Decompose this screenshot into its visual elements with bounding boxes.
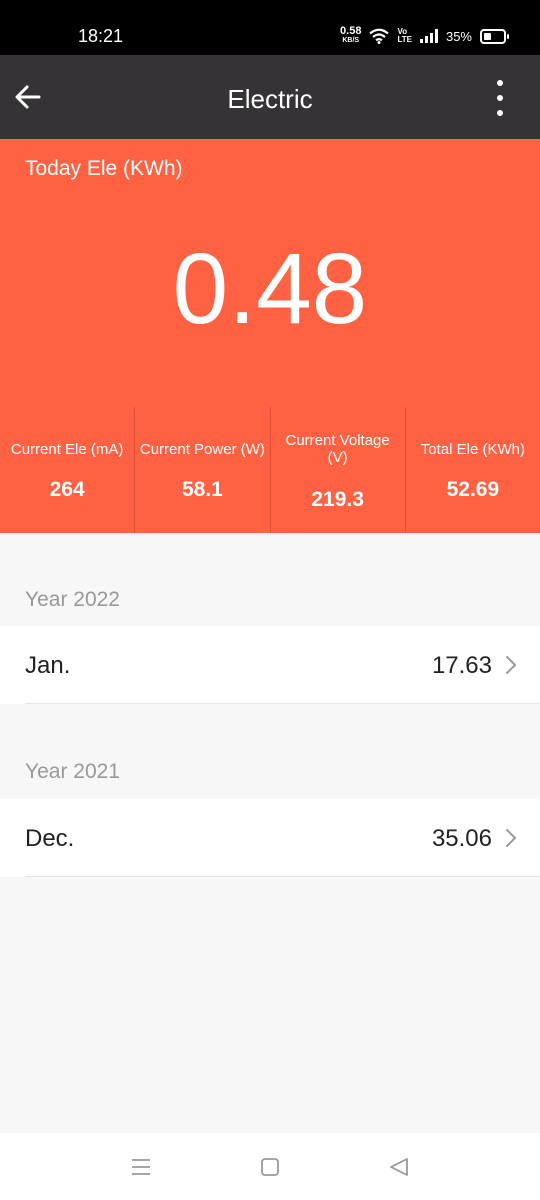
year-header: Year 2021 (25, 760, 120, 783)
more-vertical-icon[interactable] (486, 80, 514, 116)
status-icons: 0.58 KB/S Vo LTE 35% (340, 24, 509, 48)
today-energy-label: Today Ele (KWh) (25, 157, 183, 180)
metric-current-ele: Current Ele (mA) 264 (0, 407, 134, 533)
metrics-row: Current Ele (mA) 264 Current Power (W) 5… (0, 407, 540, 533)
wifi-icon (369, 28, 390, 44)
metric-label: Current Voltage (V) (285, 432, 390, 466)
metric-value: 58.1 (181, 478, 223, 501)
month-value: 17.63 (431, 652, 492, 679)
signal-icon (419, 29, 438, 43)
status-bar: 18:21 0.58 KB/S Vo LTE 35% (0, 0, 540, 55)
metric-value: 52.69 (446, 478, 500, 501)
divider (25, 876, 540, 877)
battery-percent: 35% (445, 28, 472, 44)
network-speed: 0.58 KB/S (340, 25, 362, 45)
metric-current-power: Current Power (W) 58.1 (134, 407, 269, 533)
metric-label: Total Ele (KWh) (420, 441, 525, 458)
menu-icon[interactable] (129, 1155, 153, 1179)
volte-indicator: Vo LTE (397, 28, 412, 44)
month-name: Jan. (25, 652, 71, 679)
home-square-icon[interactable] (258, 1155, 282, 1179)
chevron-right-icon (506, 656, 516, 674)
metric-value: 219.3 (311, 488, 364, 511)
metric-value: 264 (49, 478, 85, 501)
network-speed-unit: KB/S (342, 37, 360, 44)
list-item[interactable]: Dec. 35.06 (0, 799, 540, 877)
volte-bottom: LTE (397, 35, 412, 44)
battery-icon (480, 28, 509, 44)
metric-label: Current Ele (mA) (10, 441, 124, 458)
status-time: 18:21 (78, 26, 124, 46)
metric-total-ele: Total Ele (KWh) 52.69 (404, 407, 540, 533)
today-energy-value: 0.48 (172, 233, 368, 345)
month-name: Dec. (25, 825, 75, 852)
back-triangle-icon[interactable] (387, 1155, 411, 1179)
chevron-right-icon (506, 829, 516, 847)
metric-current-voltage: Current Voltage (V) 219.3 (269, 407, 405, 533)
year-header: Year 2022 (25, 588, 120, 611)
app-bar: Electric (0, 55, 540, 139)
page-title: Electric (227, 84, 313, 114)
metric-label: Current Power (W) (139, 441, 265, 458)
month-value: 35.06 (431, 825, 492, 852)
divider (25, 703, 540, 704)
system-nav-bar (0, 1133, 540, 1200)
list-item[interactable]: Jan. 17.63 (0, 626, 540, 704)
today-energy-panel: Today Ele (KWh) 0.48 (0, 139, 540, 407)
network-speed-value: 0.58 (340, 25, 362, 37)
